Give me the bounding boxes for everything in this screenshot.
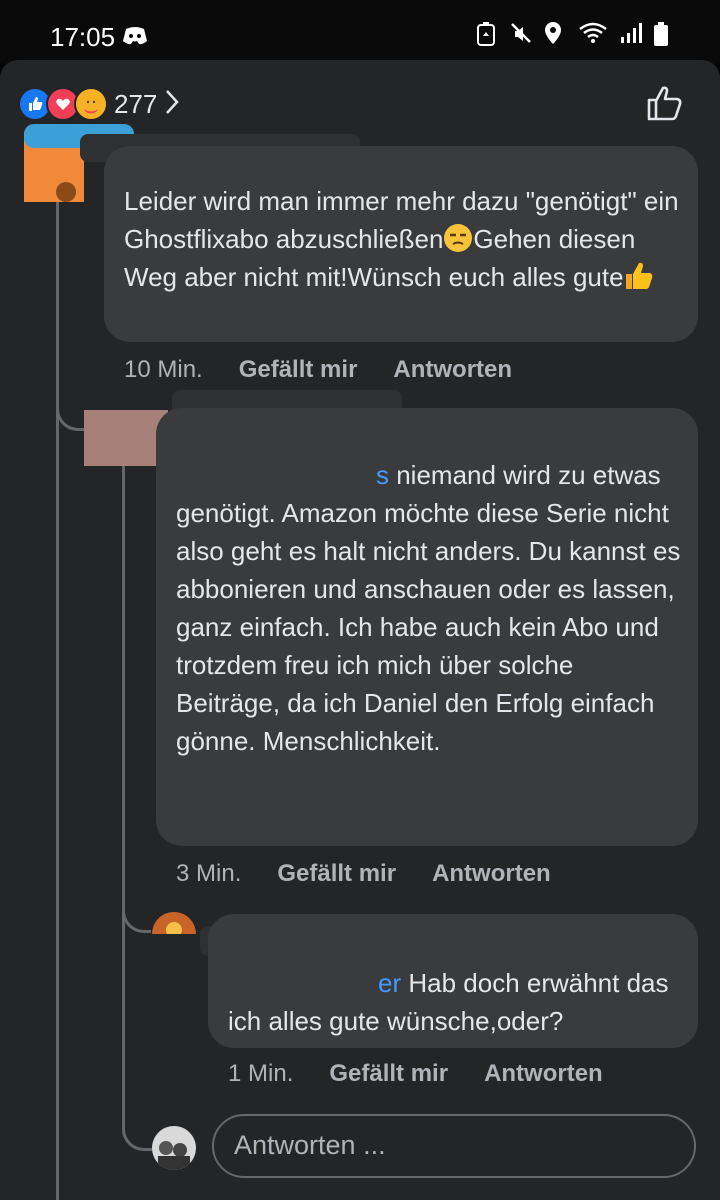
comment-time: 1 Min. xyxy=(228,1060,294,1087)
signal-icon xyxy=(620,22,642,44)
thread-connector-3 xyxy=(122,1100,155,1151)
comment-text: s niemand wird zu etwas genötigt. Amazon… xyxy=(176,460,688,756)
comment-bubble: er Hab doch erwähnt das ich alles gute w… xyxy=(208,914,698,1048)
like-comment-button[interactable]: Gefällt mir xyxy=(239,356,358,384)
comment-actions: 1 Min. Gefällt mir Antworten xyxy=(228,1060,639,1088)
like-comment-button[interactable]: Gefällt mir xyxy=(329,1060,448,1088)
comment-actions: 3 Min. Gefällt mir Antworten xyxy=(176,860,587,888)
mention-link[interactable]: s xyxy=(176,460,389,490)
like-post-button[interactable] xyxy=(646,84,684,127)
reaction-count: 277 xyxy=(114,88,158,119)
discord-icon xyxy=(122,26,148,51)
reply-comment-button[interactable]: Antworten xyxy=(393,356,512,384)
status-time: 17:05 xyxy=(50,22,116,52)
thread-connector-2 xyxy=(122,890,151,933)
unamused-face-icon xyxy=(443,223,473,253)
battery-icon xyxy=(654,22,668,46)
avatar xyxy=(152,1126,196,1170)
wifi-icon xyxy=(578,22,608,44)
avatar[interactable] xyxy=(152,912,196,934)
thread-line-nested xyxy=(122,460,125,1120)
thread-line-main xyxy=(56,160,59,1200)
comment-text: er Hab doch erwähnt das ich alles gute w… xyxy=(228,968,676,1036)
thread-connector-1 xyxy=(56,390,85,431)
reactions-summary[interactable]: 277 xyxy=(18,87,180,121)
comments-sheet: 277 Leider wird man immer mehr dazu "gen… xyxy=(0,60,720,1200)
comment-time: 3 Min. xyxy=(176,860,242,887)
comment-bubble: Leider wird man immer mehr dazu "genötig… xyxy=(104,146,698,342)
thumbs-up-emoji-icon xyxy=(624,261,654,291)
reply-comment-button[interactable]: Antworten xyxy=(432,860,551,888)
battery-saver-icon xyxy=(476,22,498,46)
comment-time: 10 Min. xyxy=(124,356,203,383)
status-icons xyxy=(476,22,668,46)
comment-bubble: s niemand wird zu etwas genötigt. Amazon… xyxy=(156,408,698,846)
care-reaction-icon xyxy=(74,87,108,121)
comment-actions: 10 Min. Gefällt mir Antworten xyxy=(124,356,548,384)
mention-link[interactable]: er xyxy=(228,968,401,998)
comment-text: Leider wird man immer mehr dazu "genötig… xyxy=(124,186,686,292)
location-icon xyxy=(544,22,566,44)
mute-icon xyxy=(510,22,532,44)
like-comment-button[interactable]: Gefällt mir xyxy=(277,860,396,888)
reply-input[interactable]: Antworten ... xyxy=(212,1114,696,1178)
chevron-right-icon xyxy=(165,89,180,120)
status-bar: 17:05 xyxy=(0,0,720,64)
reply-comment-button[interactable]: Antworten xyxy=(484,1060,603,1088)
thumbs-up-outline-icon xyxy=(646,86,684,126)
